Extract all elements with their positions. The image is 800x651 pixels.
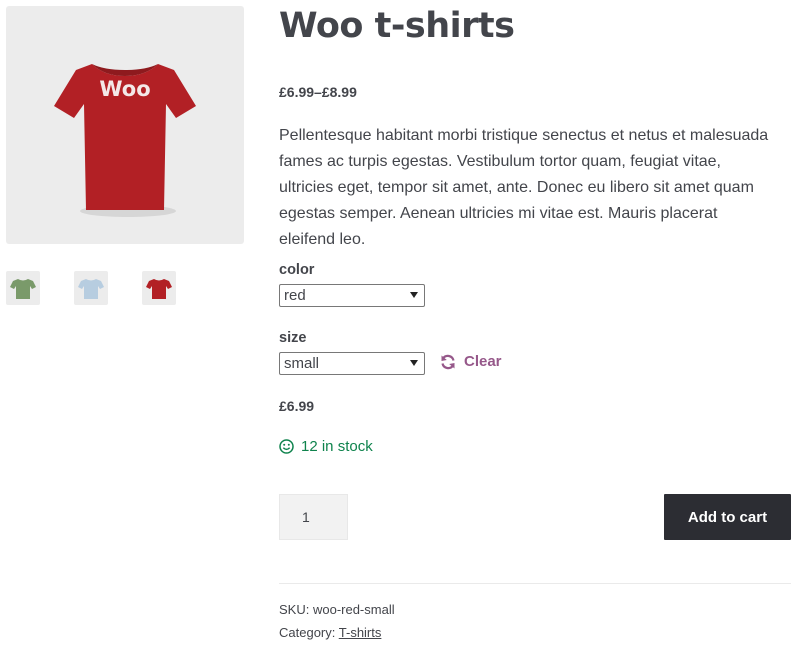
category-line: Category: T-shirts — [279, 625, 381, 640]
product-description: Pellentesque habitant morbi tristique se… — [279, 127, 769, 248]
size-select[interactable]: small — [279, 352, 425, 375]
color-select[interactable]: red — [279, 284, 425, 307]
product-main-image[interactable]: Woo — [6, 6, 244, 244]
product-title: Woo t-shirts — [279, 6, 515, 46]
color-label: color — [279, 262, 315, 278]
color-select-value: red — [284, 287, 306, 304]
smiley-icon — [279, 439, 294, 454]
add-to-cart-button[interactable]: Add to cart — [664, 494, 791, 540]
stock-text: 12 in stock — [301, 438, 373, 455]
sku-line: SKU: woo-red-small — [279, 602, 395, 617]
price-range: £6.99–£8.99 — [279, 84, 357, 100]
size-select-value: small — [284, 355, 320, 372]
clear-variations-link[interactable]: Clear — [440, 353, 502, 370]
chevron-down-icon — [410, 360, 418, 366]
tshirt-image: Woo — [54, 64, 196, 217]
woo-logo-text: Woo — [99, 77, 150, 101]
thumbnail-blue-shirt[interactable] — [74, 271, 108, 305]
category-link[interactable]: T-shirts — [339, 625, 382, 640]
size-label: size — [279, 330, 307, 346]
tshirt-thumb-icon — [78, 279, 104, 299]
divider — [279, 583, 791, 584]
clear-label: Clear — [464, 353, 502, 370]
sku-value: woo-red-small — [312, 602, 395, 617]
quantity-input[interactable]: 1 — [279, 494, 348, 540]
tshirt-thumb-icon — [146, 279, 172, 299]
variation-price: £6.99 — [279, 398, 315, 414]
category-label: Category: — [279, 625, 336, 640]
thumbnail-red-shirt[interactable] — [142, 271, 176, 305]
chevron-down-icon — [410, 292, 418, 298]
stock-status: 12 in stock — [279, 438, 373, 455]
refresh-icon — [441, 354, 455, 369]
thumbnail-green-shirt[interactable] — [6, 271, 40, 305]
sku-label: SKU: — [279, 602, 310, 617]
tshirt-thumb-icon — [10, 279, 36, 299]
